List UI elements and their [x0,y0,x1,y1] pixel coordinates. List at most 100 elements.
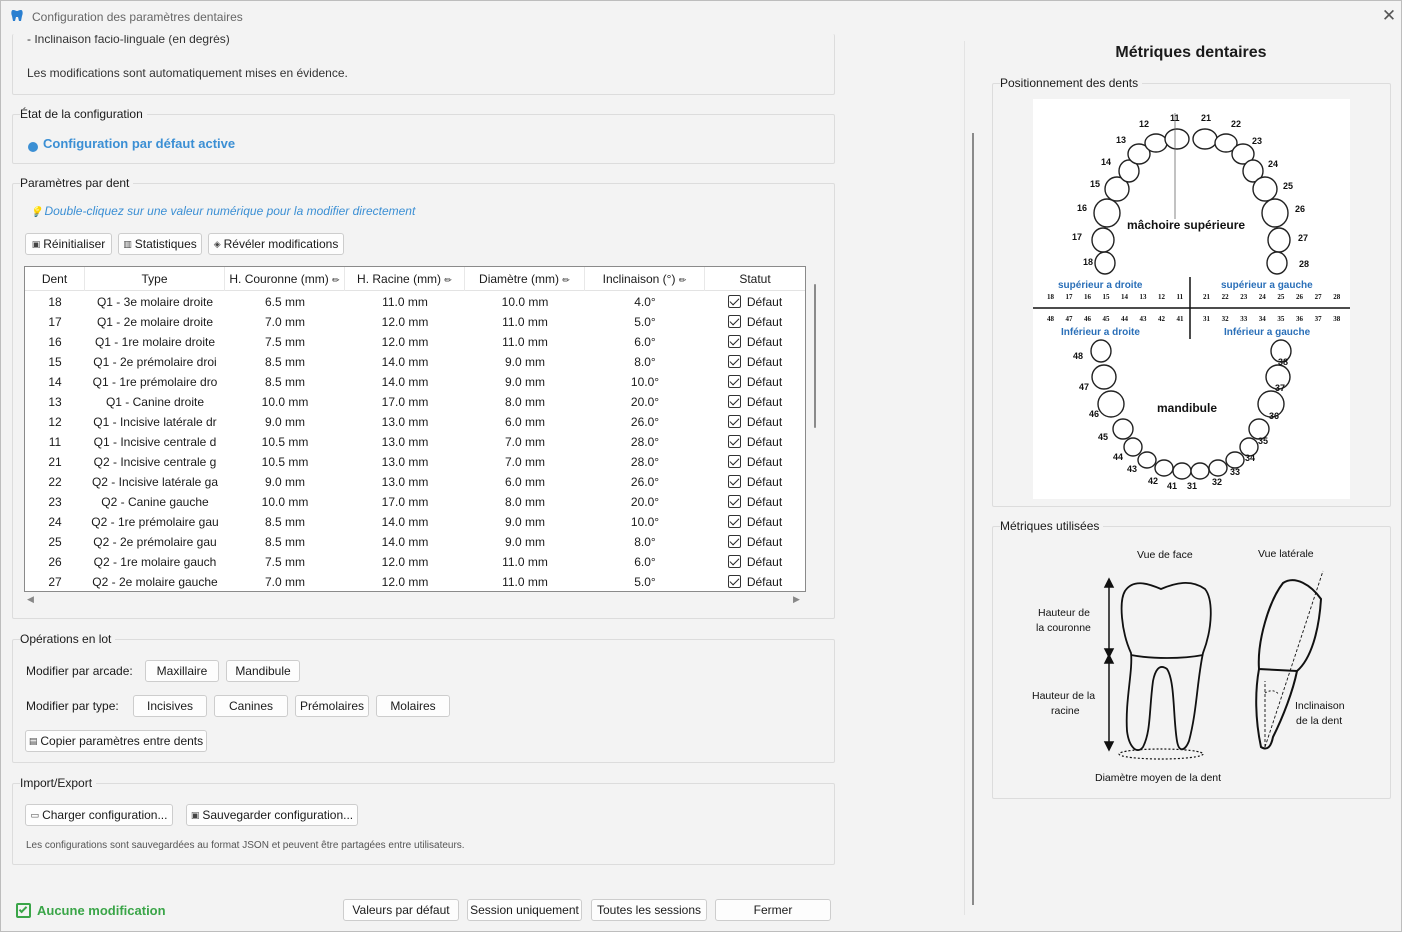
cell-inclination[interactable]: 5.0° [585,312,705,332]
status-checkbox[interactable] [727,575,741,588]
cell-diameter[interactable]: 9.0 mm [465,512,585,532]
cell-diameter[interactable]: 9.0 mm [465,532,585,552]
cell-crown[interactable]: 10.0 mm [225,492,345,512]
cell-inclination[interactable]: 6.0° [585,552,705,572]
table-row[interactable]: 12 Q1 - Incisive latérale dr 9.0 mm 13.0 mm… [25,412,805,432]
table-row[interactable]: 27 Q2 - 2e molaire gauche 7.0 mm 12.0 mm 11.… [25,572,805,591]
cell-crown[interactable]: 9.0 mm [225,472,345,492]
cell-crown[interactable]: 7.5 mm [225,332,345,352]
type-molars-button[interactable]: Molaires [376,695,450,717]
cell-crown[interactable]: 10.5 mm [225,432,345,452]
cell-inclination[interactable]: 28.0° [585,452,705,472]
table-row[interactable]: 24 Q2 - 1re prémolaire gau 8.5 mm 14.0 mm 9.… [25,512,805,532]
cell-inclination[interactable]: 6.0° [585,332,705,352]
status-checkbox[interactable] [727,375,741,388]
table-hscroll[interactable]: ◀ ▶ [24,593,806,609]
arch-maxillary-button[interactable]: Maxillaire [145,660,219,682]
load-config-button[interactable]: ▭ Charger configuration... [25,804,173,826]
status-checkbox[interactable] [727,415,741,428]
cell-diameter[interactable]: 6.0 mm [465,472,585,492]
cell-root[interactable]: 17.0 mm [345,392,465,412]
cell-diameter[interactable]: 7.0 mm [465,432,585,452]
cell-root[interactable]: 12.0 mm [345,552,465,572]
cell-diameter[interactable]: 11.0 mm [465,572,585,591]
cell-diameter[interactable]: 9.0 mm [465,372,585,392]
cell-inclination[interactable]: 5.0° [585,572,705,591]
table-row[interactable]: 15 Q1 - 2e prémolaire droi 8.5 mm 14.0 mm 9.… [25,352,805,372]
cell-inclination[interactable]: 10.0° [585,372,705,392]
all-sessions-button[interactable]: Toutes les sessions [591,899,707,921]
cell-root[interactable]: 14.0 mm [345,512,465,532]
cell-inclination[interactable]: 20.0° [585,492,705,512]
type-incisors-button[interactable]: Incisives [133,695,207,717]
cell-crown[interactable]: 8.5 mm [225,372,345,392]
cell-root[interactable]: 13.0 mm [345,452,465,472]
status-checkbox[interactable] [727,315,741,328]
col-inclination[interactable]: Inclinaison (°) ✏ [585,267,705,291]
status-checkbox[interactable] [727,475,741,488]
session-only-button[interactable]: Session uniquement [467,899,582,921]
reveal-button[interactable]: ◈ Révéler modifications [208,233,344,255]
cell-crown[interactable]: 7.5 mm [225,552,345,572]
cell-crown[interactable]: 10.5 mm [225,452,345,472]
table-row[interactable]: 21 Q2 - Incisive centrale g 10.5 mm 13.0 mm… [25,452,805,472]
copy-params-button[interactable]: ▤ Copier paramètres entre dents [25,730,207,752]
defaults-button[interactable]: Valeurs par défaut [343,899,459,921]
type-premolars-button[interactable]: Prémolaires [295,695,369,717]
status-checkbox[interactable] [727,435,741,448]
cell-root[interactable]: 14.0 mm [345,352,465,372]
cell-crown[interactable]: 8.5 mm [225,352,345,372]
cell-root[interactable]: 14.0 mm [345,532,465,552]
cell-root[interactable]: 17.0 mm [345,492,465,512]
cell-diameter[interactable]: 7.0 mm [465,452,585,472]
col-root[interactable]: H. Racine (mm) ✏ [345,267,465,291]
table-row[interactable]: 13 Q1 - Canine droite 10.0 mm 17.0 mm 8.0 mm… [25,392,805,412]
table-vscroll-thumb[interactable] [814,284,816,428]
status-checkbox[interactable] [727,555,741,568]
cell-root[interactable]: 12.0 mm [345,312,465,332]
status-checkbox[interactable] [727,495,741,508]
status-checkbox[interactable] [727,395,741,408]
table-row[interactable]: 26 Q2 - 1re molaire gauch 7.5 mm 12.0 mm 11.… [25,552,805,572]
cell-root[interactable]: 12.0 mm [345,332,465,352]
table-row[interactable]: 25 Q2 - 2e prémolaire gau 8.5 mm 14.0 mm 9.0… [25,532,805,552]
table-row[interactable]: 11 Q1 - Incisive centrale d 10.5 mm 13.0 mm… [25,432,805,452]
cell-diameter[interactable]: 9.0 mm [465,352,585,372]
cell-diameter[interactable]: 11.0 mm [465,312,585,332]
col-type[interactable]: Type [85,267,225,291]
status-checkbox[interactable] [727,455,741,468]
cell-diameter[interactable]: 8.0 mm [465,492,585,512]
cell-diameter[interactable]: 8.0 mm [465,392,585,412]
cell-root[interactable]: 13.0 mm [345,472,465,492]
table-row[interactable]: 17 Q1 - 2e molaire droite 7.0 mm 12.0 mm 11.… [25,312,805,332]
cell-root[interactable]: 12.0 mm [345,572,465,591]
save-config-button[interactable]: ▣ Sauvegarder configuration... [186,804,358,826]
cell-crown[interactable]: 9.0 mm [225,412,345,432]
stats-button[interactable]: ▥ Statistiques [118,233,202,255]
cell-diameter[interactable]: 11.0 mm [465,332,585,352]
status-checkbox[interactable] [727,335,741,348]
reset-button[interactable]: ▣ Réinitialiser [25,233,112,255]
cell-root[interactable]: 11.0 mm [345,292,465,312]
right-scrollbar[interactable] [972,133,974,905]
status-checkbox[interactable] [727,295,741,308]
cell-crown[interactable]: 10.0 mm [225,392,345,412]
cell-inclination[interactable]: 28.0° [585,432,705,452]
cell-diameter[interactable]: 6.0 mm [465,412,585,432]
close-button[interactable]: Fermer [715,899,831,921]
table-row[interactable]: 22 Q2 - Incisive latérale ga 9.0 mm 13.0 mm… [25,472,805,492]
type-canines-button[interactable]: Canines [214,695,288,717]
col-dent[interactable]: Dent [25,267,85,291]
cell-crown[interactable]: 6.5 mm [225,292,345,312]
table-row[interactable]: 18 Q1 - 3e molaire droite 6.5 mm 11.0 mm 10.… [25,292,805,312]
cell-root[interactable]: 13.0 mm [345,432,465,452]
cell-diameter[interactable]: 11.0 mm [465,552,585,572]
cell-diameter[interactable]: 10.0 mm [465,292,585,312]
cell-crown[interactable]: 8.5 mm [225,532,345,552]
cell-inclination[interactable]: 8.0° [585,532,705,552]
scroll-right-icon[interactable]: ▶ [793,594,800,605]
col-crown[interactable]: H. Couronne (mm) ✏ [225,267,345,291]
cell-inclination[interactable]: 26.0° [585,412,705,432]
status-checkbox[interactable] [727,535,741,548]
cell-root[interactable]: 13.0 mm [345,412,465,432]
